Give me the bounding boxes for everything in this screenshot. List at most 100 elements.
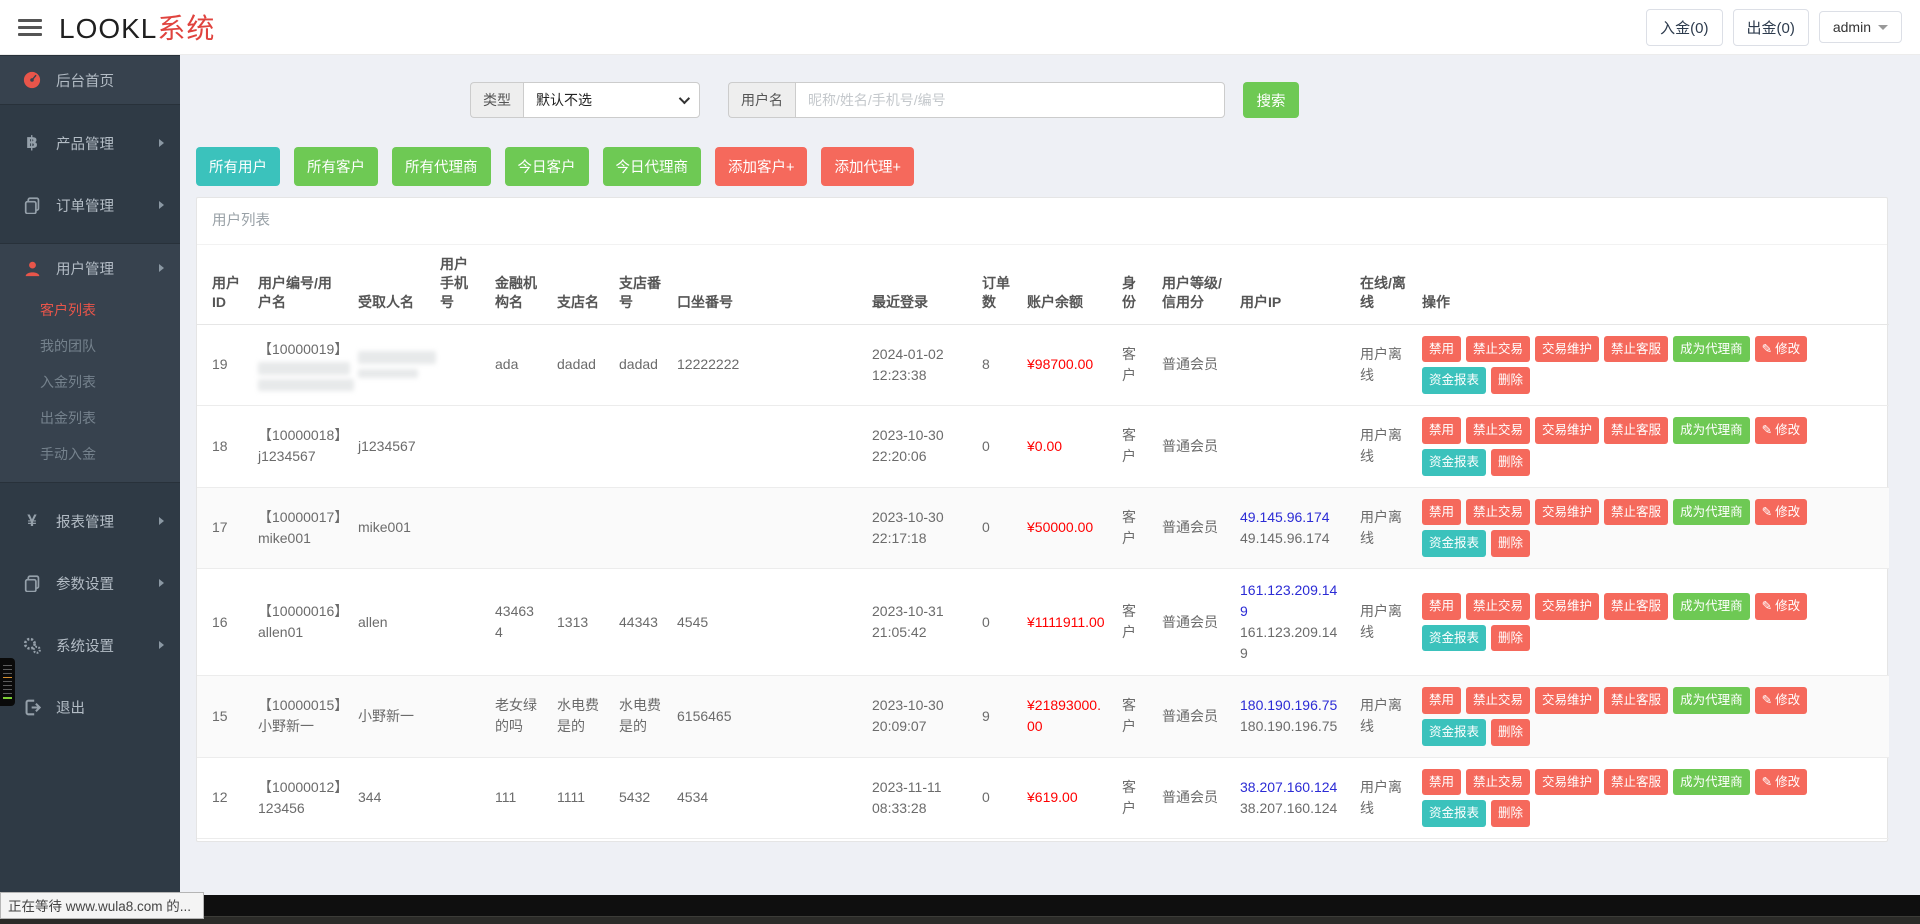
sidebar-item-6[interactable]: 系统设置 xyxy=(0,621,180,669)
menu-toggle-icon[interactable] xyxy=(18,15,42,40)
ip-link[interactable]: 161.123.209.149 xyxy=(1240,580,1344,622)
sidebar-item-2[interactable]: 订单管理 xyxy=(0,181,180,229)
row-action-交易维护[interactable]: 交易维护 xyxy=(1535,592,1600,620)
row-action-禁止交易[interactable]: 禁止交易 xyxy=(1466,417,1531,444)
quick-button[interactable]: 今日代理商 xyxy=(602,147,701,186)
chevron-down-icon xyxy=(1878,24,1888,30)
row-action-交易维护[interactable]: 交易维护 xyxy=(1535,687,1600,714)
sidebar-subitem[interactable]: 入金列表 xyxy=(0,364,180,400)
cell-level: 普通会员 xyxy=(1154,568,1232,677)
row-action-禁用[interactable]: 禁用 xyxy=(1422,335,1462,363)
row-action-资金报表[interactable]: 资金报表 xyxy=(1422,367,1487,395)
row-action-禁用[interactable]: 禁用 xyxy=(1422,498,1462,526)
row-action-交易维护[interactable]: 交易维护 xyxy=(1535,498,1600,526)
column-header: 用户IP xyxy=(1232,245,1352,325)
row-action-修改[interactable]: ✎ 修改 xyxy=(1754,687,1808,714)
row-action-禁止交易[interactable]: 禁止交易 xyxy=(1466,498,1531,526)
cell-actions: 禁用 禁止交易 交易维护 禁止客服 成为代理商 ✎ 修改资金报表 删除 xyxy=(1414,324,1889,407)
sidebar-item-4[interactable]: ¥ 报表管理 xyxy=(0,497,180,545)
row-action-禁止客服[interactable]: 禁止客服 xyxy=(1604,768,1669,796)
quick-button[interactable]: 添加代理+ xyxy=(821,147,914,186)
row-action-删除[interactable]: 删除 xyxy=(1491,624,1531,652)
row-action-资金报表[interactable]: 资金报表 xyxy=(1422,530,1487,558)
row-action-禁用[interactable]: 禁用 xyxy=(1422,687,1462,714)
deposit-button[interactable]: 入金(0) xyxy=(1646,8,1723,46)
row-action-交易维护[interactable]: 交易维护 xyxy=(1535,335,1600,363)
taskbar-edge xyxy=(0,916,1920,924)
sidebar-item-label: 参数设置 xyxy=(56,576,114,593)
row-action-删除[interactable]: 删除 xyxy=(1491,448,1531,476)
sidebar-item-3[interactable]: 用户管理 xyxy=(0,244,180,292)
ip-link[interactable]: 38.207.160.124 xyxy=(1240,777,1344,798)
row-action-禁用[interactable]: 禁用 xyxy=(1422,417,1462,444)
sidebar-subitem[interactable]: 客户列表 xyxy=(0,292,180,328)
row-action-修改[interactable]: ✎ 修改 xyxy=(1754,768,1808,796)
row-action-修改[interactable]: ✎ 修改 xyxy=(1754,592,1808,620)
row-action-资金报表[interactable]: 资金报表 xyxy=(1422,448,1487,476)
admin-dropdown[interactable]: admin xyxy=(1818,11,1902,43)
row-action-成为代理商[interactable]: 成为代理商 xyxy=(1673,417,1750,444)
logo-text-red: 系统 xyxy=(157,13,216,44)
cell-user-id: 15 xyxy=(197,675,250,758)
username-input[interactable] xyxy=(795,82,1225,118)
cell-level: 普通会员 xyxy=(1154,487,1232,570)
row-action-删除[interactable]: 删除 xyxy=(1491,718,1531,746)
sidebar-item-5[interactable]: 参数设置 xyxy=(0,559,180,607)
cell-user-no-name: 【10000017】 mike001 xyxy=(250,487,350,570)
cell-user-no-name: 【10000019】 xyxy=(250,324,354,407)
ip-link[interactable]: 180.190.196.75 xyxy=(1240,695,1344,716)
quick-button[interactable]: 今日客户 xyxy=(504,147,589,186)
sidebar-subitem[interactable]: 手动入金 xyxy=(0,436,180,472)
row-action-成为代理商[interactable]: 成为代理商 xyxy=(1673,687,1750,714)
row-action-成为代理商[interactable]: 成为代理商 xyxy=(1673,335,1750,363)
cell-actions: 禁用 禁止交易 交易维护 禁止客服 成为代理商 ✎ 修改资金报表 删除 xyxy=(1414,675,1889,758)
sidebar-subitem[interactable]: 出金列表 xyxy=(0,400,180,436)
row-action-修改[interactable]: ✎ 修改 xyxy=(1754,498,1808,526)
chevron-right-icon xyxy=(159,517,164,525)
row-action-禁止客服[interactable]: 禁止客服 xyxy=(1604,498,1669,526)
search-button[interactable]: 搜索 xyxy=(1243,82,1299,118)
row-action-交易维护[interactable]: 交易维护 xyxy=(1535,768,1600,796)
row-action-修改[interactable]: ✎ 修改 xyxy=(1754,335,1808,363)
quick-button[interactable]: 所有代理商 xyxy=(392,147,491,186)
row-action-禁止客服[interactable]: 禁止客服 xyxy=(1604,592,1669,620)
row-action-成为代理商[interactable]: 成为代理商 xyxy=(1673,592,1750,620)
type-select[interactable]: 默认不选 xyxy=(523,82,700,118)
row-action-成为代理商[interactable]: 成为代理商 xyxy=(1673,768,1750,796)
row-action-资金报表[interactable]: 资金报表 xyxy=(1422,800,1487,828)
row-action-删除[interactable]: 删除 xyxy=(1491,530,1531,558)
row-action-禁用[interactable]: 禁用 xyxy=(1422,592,1462,620)
sidebar-item-1[interactable]: ฿ 产品管理 xyxy=(0,119,180,167)
row-action-删除[interactable]: 删除 xyxy=(1491,800,1531,828)
sidebar-item-7[interactable]: 退出 xyxy=(0,683,180,731)
quick-button[interactable]: 所有用户 xyxy=(196,147,280,186)
row-action-禁止交易[interactable]: 禁止交易 xyxy=(1466,592,1531,620)
row-action-禁止客服[interactable]: 禁止客服 xyxy=(1604,335,1669,363)
chevron-right-icon xyxy=(159,579,164,587)
debug-meter-widget[interactable] xyxy=(0,658,15,706)
cell-online-status: 用户离线 xyxy=(1352,675,1414,758)
ip-link[interactable]: 49.145.96.174 xyxy=(1240,507,1344,528)
row-action-禁止交易[interactable]: 禁止交易 xyxy=(1466,768,1531,796)
row-action-交易维护[interactable]: 交易维护 xyxy=(1535,417,1600,444)
row-action-资金报表[interactable]: 资金报表 xyxy=(1422,624,1487,652)
quick-button[interactable]: 所有客户 xyxy=(294,147,378,186)
cell-account-no xyxy=(669,405,864,488)
row-action-禁止交易[interactable]: 禁止交易 xyxy=(1466,335,1531,363)
cell-balance: ¥1111911.00 xyxy=(1019,568,1114,677)
row-action-禁止交易[interactable]: 禁止交易 xyxy=(1466,687,1531,714)
row-action-成为代理商[interactable]: 成为代理商 xyxy=(1673,498,1750,526)
withdraw-button[interactable]: 出金(0) xyxy=(1732,8,1809,46)
row-action-资金报表[interactable]: 资金报表 xyxy=(1422,718,1487,746)
sidebar-item-0[interactable]: 后台首页 xyxy=(0,56,180,104)
row-action-修改[interactable]: ✎ 修改 xyxy=(1754,417,1808,444)
chevron-down-icon xyxy=(678,92,691,105)
column-header: 支店名 xyxy=(549,245,611,325)
quick-button[interactable]: 添加客户+ xyxy=(715,147,808,186)
row-action-删除[interactable]: 删除 xyxy=(1491,367,1531,395)
row-action-禁用[interactable]: 禁用 xyxy=(1422,768,1462,796)
row-action-禁止客服[interactable]: 禁止客服 xyxy=(1604,417,1669,444)
column-header: 支店番号 xyxy=(611,245,669,325)
sidebar-subitem[interactable]: 我的团队 xyxy=(0,328,180,364)
row-action-禁止客服[interactable]: 禁止客服 xyxy=(1604,687,1669,714)
